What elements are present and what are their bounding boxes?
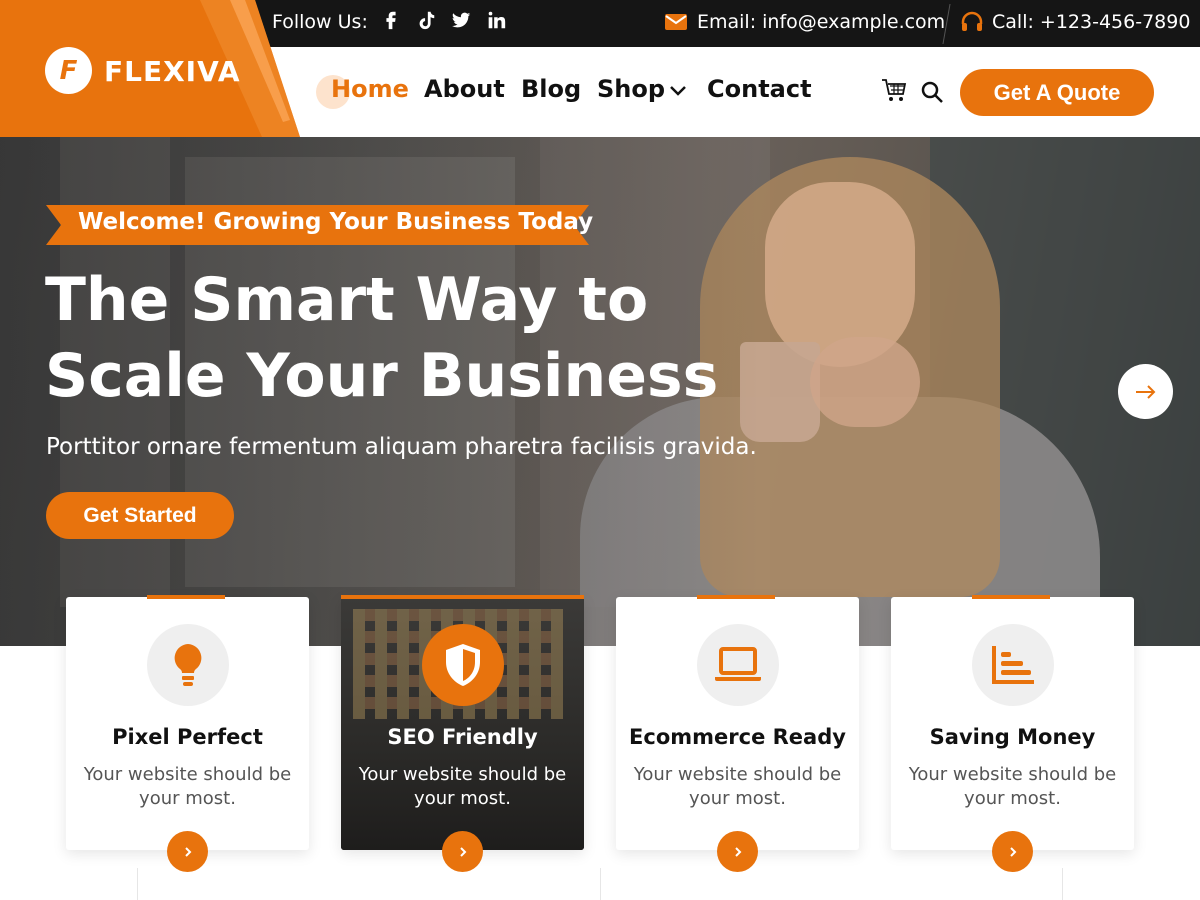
hero-title: The Smart Way to Scale Your Business bbox=[45, 262, 805, 414]
shield-icon bbox=[422, 624, 504, 706]
main-nav: Home About Blog Shop Contact Get A Quote bbox=[300, 47, 1200, 137]
card-accent-line bbox=[341, 595, 584, 599]
hero-subtitle: Porttitor ornare fermentum aliquam phare… bbox=[46, 434, 757, 460]
logo-icon: F bbox=[45, 47, 92, 94]
nav-shop[interactable]: Shop bbox=[597, 75, 665, 103]
section-divider bbox=[1062, 868, 1063, 900]
feature-more-button[interactable] bbox=[167, 831, 208, 872]
chevron-right-icon bbox=[734, 846, 741, 857]
hero-title-line: Scale Your Business bbox=[45, 341, 719, 411]
search-icon[interactable] bbox=[920, 80, 944, 104]
feature-card[interactable]: Pixel Perfect Your website should be you… bbox=[66, 595, 309, 872]
chart-bars-icon bbox=[972, 624, 1054, 706]
welcome-ribbon-text: Welcome! Growing Your Business Today bbox=[78, 209, 594, 235]
nav-home[interactable]: Home bbox=[331, 75, 409, 103]
feature-description: Your website should be your most. bbox=[83, 764, 292, 809]
twitter-icon[interactable] bbox=[450, 9, 476, 37]
nav-about[interactable]: About bbox=[424, 75, 505, 103]
linkedin-icon[interactable] bbox=[485, 9, 511, 37]
laptop-icon bbox=[697, 624, 779, 706]
section-divider bbox=[600, 868, 601, 900]
envelope-icon bbox=[665, 14, 687, 30]
arrow-right-icon bbox=[1135, 384, 1155, 399]
headset-icon bbox=[961, 11, 983, 31]
feature-description: Your website should be your most. bbox=[908, 764, 1117, 809]
card-accent-line bbox=[972, 595, 1050, 599]
chevron-right-icon bbox=[459, 846, 466, 857]
logo-text: FLEXIVA bbox=[104, 55, 241, 88]
feature-title: SEO Friendly bbox=[387, 725, 538, 749]
call-text: Call: +123-456-7890 bbox=[992, 11, 1191, 33]
chevron-right-icon bbox=[184, 846, 191, 857]
tiktok-icon[interactable] bbox=[415, 9, 441, 37]
feature-more-button[interactable] bbox=[442, 831, 483, 872]
feature-description: Your website should be your most. bbox=[358, 764, 567, 809]
cart-icon[interactable] bbox=[880, 76, 908, 104]
email-text: Email: info@example.com bbox=[697, 11, 946, 33]
chevron-down-icon[interactable] bbox=[668, 80, 688, 100]
card-accent-line bbox=[697, 595, 775, 599]
feature-title: Ecommerce Ready bbox=[629, 725, 846, 749]
logo-area[interactable]: F FLEXIVA bbox=[0, 0, 300, 137]
email-contact[interactable]: Email: info@example.com bbox=[665, 11, 945, 33]
nav-contact[interactable]: Contact bbox=[707, 75, 812, 103]
card-accent-line bbox=[147, 595, 225, 599]
nav-blog[interactable]: Blog bbox=[521, 75, 581, 103]
call-contact[interactable]: Call: +123-456-7890 bbox=[960, 11, 1190, 33]
get-started-button[interactable]: Get Started bbox=[46, 492, 234, 539]
feature-card[interactable]: Saving Money Your website should be your… bbox=[891, 595, 1134, 872]
section-divider bbox=[137, 868, 138, 900]
feature-more-button[interactable] bbox=[717, 831, 758, 872]
facebook-icon[interactable] bbox=[380, 9, 406, 37]
slider-next-button[interactable] bbox=[1118, 364, 1173, 419]
feature-title: Saving Money bbox=[929, 725, 1096, 749]
feature-description: Your website should be your most. bbox=[633, 764, 842, 809]
lightbulb-icon bbox=[147, 624, 229, 706]
feature-card[interactable]: SEO Friendly Your website should be your… bbox=[341, 595, 584, 872]
chevron-right-icon bbox=[1009, 846, 1016, 857]
hero-person-hand bbox=[810, 337, 920, 427]
hero-title-line: The Smart Way to bbox=[45, 265, 649, 335]
feature-title: Pixel Perfect bbox=[112, 725, 263, 749]
get-a-quote-button[interactable]: Get A Quote bbox=[960, 69, 1154, 116]
feature-card[interactable]: Ecommerce Ready Your website should be y… bbox=[616, 595, 859, 872]
feature-more-button[interactable] bbox=[992, 831, 1033, 872]
